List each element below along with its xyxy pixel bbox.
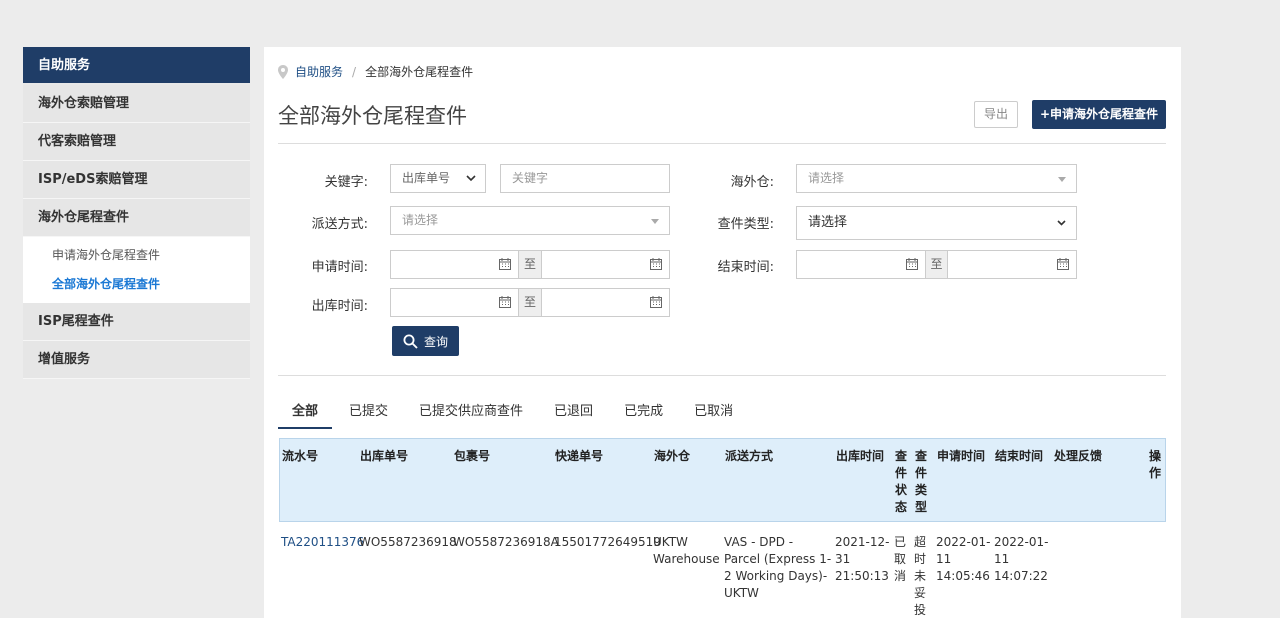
sidebar-subitem-apply-inquiry[interactable]: 申请海外仓尾程查件	[23, 241, 250, 270]
col-inquiry-status: 查件状态	[895, 449, 908, 514]
col-apply-time: 申请时间	[937, 449, 986, 463]
cell-warehouse: UKTW Warehouse	[653, 535, 720, 566]
breadcrumb: 自助服务 / 全部海外仓尾程查件	[277, 63, 473, 80]
apply-time-label: 申请时间:	[311, 260, 368, 275]
cell-outbound-time: 2021-12-31 21:50:13	[835, 535, 890, 583]
cell-end-time: 2022-01-11 14:07:22	[994, 535, 1049, 583]
tab-completed[interactable]: 已完成	[610, 402, 677, 429]
page-title: 全部海外仓尾程查件	[278, 104, 467, 128]
sidebar-item-overseas-last-mile[interactable]: 海外仓尾程查件	[23, 199, 250, 237]
outbound-time-end-input[interactable]	[542, 289, 669, 316]
tab-all[interactable]: 全部	[278, 402, 333, 429]
inquiry-type-value: 请选择	[808, 215, 848, 230]
col-serial: 流水号	[282, 449, 319, 463]
status-tabs: 全部 已提交 已提交供应商查件 已退回 已完成 已取消	[278, 402, 750, 429]
cell-delivery-method: VAS - DPD - Parcel (Express 1-2 Working …	[724, 535, 832, 600]
col-outbound-time: 出库时间	[836, 449, 885, 463]
apply-time-end-input[interactable]	[542, 251, 669, 278]
divider	[278, 143, 1166, 144]
query-label: 查询	[423, 334, 448, 349]
col-feedback: 处理反馈	[1054, 449, 1103, 463]
date-range-separator: 至	[924, 251, 949, 278]
col-tracking-no: 快递单号	[555, 449, 604, 463]
query-button[interactable]: 查询	[392, 326, 459, 356]
search-icon	[403, 334, 418, 349]
end-time-range: 至	[796, 250, 1077, 279]
tab-submitted[interactable]: 已提交	[335, 402, 402, 429]
cell-package-no: WO5587236918A	[453, 535, 559, 549]
delivery-method-placeholder: 请选择	[402, 213, 439, 227]
cell-inquiry-status: 已取消	[894, 535, 907, 583]
keyword-type-value: 出库单号	[402, 171, 451, 185]
col-inquiry-type: 查件类型	[915, 449, 928, 514]
tab-submitted-to-supplier[interactable]: 已提交供应商查件	[405, 402, 537, 429]
date-range-separator: 至	[518, 251, 542, 278]
outbound-time-label: 出库时间:	[311, 299, 368, 314]
table-row: TA220111376 WO5587236918 WO5587236918A 1…	[279, 534, 1166, 618]
col-package-no: 包裹号	[454, 449, 491, 463]
end-time-end-input[interactable]	[948, 251, 1076, 278]
sidebar-item-isp-last-mile[interactable]: ISP尾程查件	[23, 303, 250, 341]
outbound-time-range: 至	[390, 288, 670, 317]
calendar-icon	[650, 296, 662, 308]
cell-tracking-no: 15501772649519	[554, 535, 661, 549]
calendar-icon	[905, 258, 918, 270]
col-delivery-method: 派送方式	[725, 449, 774, 463]
date-range-separator: 至	[518, 289, 542, 316]
sidebar-submenu: 申请海外仓尾程查件 全部海外仓尾程查件	[23, 237, 250, 303]
inquiry-type-label: 查件类型:	[717, 217, 774, 232]
divider	[278, 375, 1166, 376]
col-outbound-no: 出库单号	[360, 449, 409, 463]
chevron-down-icon	[1057, 220, 1066, 226]
col-action: 操作	[1149, 449, 1162, 480]
warehouse-placeholder: 请选择	[808, 171, 845, 185]
keyword-type-select[interactable]: 出库单号	[390, 164, 486, 193]
table-header: 流水号 出库单号 包裹号 快递单号 海外仓 派送方式 出库时间 查件状态 查件类…	[279, 438, 1166, 522]
cell-apply-time: 2022-01-11 14:05:46	[936, 535, 991, 583]
delivery-method-label: 派送方式:	[311, 217, 368, 232]
col-warehouse: 海外仓	[654, 449, 691, 463]
tab-cancelled[interactable]: 已取消	[680, 402, 747, 429]
calendar-icon	[499, 258, 512, 270]
apply-time-range: 至	[390, 250, 670, 279]
cell-serial-link[interactable]: TA220111376	[281, 534, 364, 551]
calendar-icon	[499, 296, 512, 308]
breadcrumb-root[interactable]: 自助服务	[295, 63, 343, 80]
warehouse-label: 海外仓:	[730, 175, 774, 190]
caret-down-icon	[651, 219, 659, 224]
sidebar-subitem-all-inquiries[interactable]: 全部海外仓尾程查件	[23, 270, 250, 299]
caret-down-icon	[1058, 177, 1066, 182]
sidebar-item-value-added[interactable]: 增值服务	[23, 341, 250, 379]
sidebar-header[interactable]: 自助服务	[23, 47, 250, 85]
sidebar-item-overseas-claims[interactable]: 海外仓索赔管理	[23, 85, 250, 123]
location-pin-icon	[278, 64, 288, 79]
breadcrumb-current: 全部海外仓尾程查件	[365, 65, 474, 79]
delivery-method-select[interactable]: 请选择	[390, 206, 670, 235]
outbound-time-start-input[interactable]	[391, 289, 518, 316]
apply-inquiry-button[interactable]: +申请海外仓尾程查件	[1032, 100, 1166, 129]
apply-time-start-input[interactable]	[391, 251, 518, 278]
sidebar-item-isp-eds-claims[interactable]: ISP/eDS索赔管理	[23, 161, 250, 199]
col-end-time: 结束时间	[995, 449, 1044, 463]
end-time-start-input[interactable]	[797, 251, 925, 278]
export-button[interactable]: 导出	[974, 101, 1018, 128]
keyword-input[interactable]: 关键字	[500, 164, 670, 193]
cell-inquiry-type: 超时未妥投	[914, 535, 927, 617]
calendar-icon	[650, 258, 662, 270]
cell-outbound-no: WO5587236918	[359, 535, 457, 549]
warehouse-select[interactable]: 请选择	[796, 164, 1077, 193]
keyword-placeholder: 关键字	[512, 171, 549, 185]
sidebar: 自助服务 海外仓索赔管理 代客索赔管理 ISP/eDS索赔管理 海外仓尾程查件 …	[23, 47, 250, 379]
inquiry-type-select[interactable]: 请选择	[796, 206, 1077, 240]
chevron-down-icon	[466, 175, 476, 182]
keyword-label: 关键字:	[324, 175, 368, 190]
tab-returned[interactable]: 已退回	[540, 402, 607, 429]
end-time-label: 结束时间:	[717, 260, 774, 275]
calendar-icon	[1057, 258, 1070, 270]
sidebar-item-agent-claims[interactable]: 代客索赔管理	[23, 123, 250, 161]
main-panel: 自助服务 / 全部海外仓尾程查件 全部海外仓尾程查件 导出 +申请海外仓尾程查件…	[264, 47, 1181, 618]
breadcrumb-separator: /	[352, 64, 357, 79]
